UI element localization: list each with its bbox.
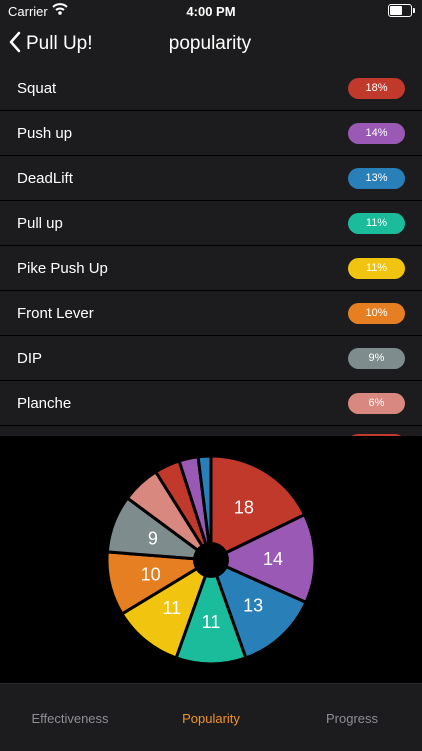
back-button-label: Pull Up! — [26, 33, 93, 54]
chevron-left-icon — [8, 31, 22, 58]
tab-bar: Effectiveness Popularity Progress — [0, 683, 422, 751]
pie-slice-label: 11 — [202, 612, 221, 632]
exercise-name: Front Lever — [17, 304, 94, 322]
list-item[interactable]: Front Lever 10% — [0, 291, 422, 336]
exercise-name: Pike Push Up — [17, 259, 108, 277]
tab-effectiveness[interactable]: Effectiveness — [0, 711, 140, 726]
pie-slice-label: 9 — [148, 528, 158, 548]
battery-icon — [388, 4, 415, 17]
percent-badge: 13% — [348, 167, 405, 189]
exercise-name: Squat — [17, 79, 57, 97]
tab-progress[interactable]: Progress — [282, 711, 422, 726]
percent-badge: 14% — [348, 122, 405, 144]
percent-badge: 6% — [348, 392, 405, 414]
back-button[interactable]: Pull Up! — [8, 30, 93, 58]
pie-slice-label: 14 — [263, 549, 283, 569]
percent-badge: 10% — [348, 302, 405, 324]
list-item[interactable]: Pike Push Up 11% — [0, 246, 422, 291]
exercise-name: Pull up — [17, 214, 63, 232]
percent-badge: 9% — [348, 347, 405, 369]
status-bar: Carrier 4:00 PM — [0, 0, 422, 22]
page-title: popularity — [168, 33, 252, 54]
exercise-name: DIP — [17, 349, 43, 367]
pie-slice-label: 11 — [162, 598, 181, 618]
pie-center-hole — [193, 542, 229, 578]
exercise-name: Planche — [17, 394, 72, 412]
list-item[interactable]: DeadLift 13% — [0, 156, 422, 201]
percent-badge: 18% — [348, 77, 405, 99]
navigation-bar: Pull Up! popularity — [0, 22, 422, 67]
list-item[interactable]: Squat 18% — [0, 66, 422, 111]
list-item[interactable]: Push up 14% — [0, 111, 422, 156]
pie-chart-svg: 1814131111109 — [105, 454, 317, 666]
tab-popularity[interactable]: Popularity — [141, 711, 281, 726]
exercise-list[interactable]: Squat 18% Push up 14% DeadLift 13% Pull … — [0, 66, 422, 436]
clock: 4:00 PM — [186, 4, 236, 19]
exercise-name: DeadLift — [17, 169, 73, 187]
list-item[interactable]: Pull up 11% — [0, 201, 422, 246]
list-item[interactable]: Planche 6% — [0, 381, 422, 426]
list-item[interactable]: DIP 9% — [0, 336, 422, 381]
pie-slice-label: 18 — [234, 497, 254, 517]
exercise-name: Push up — [17, 124, 73, 142]
pie-slice-label: 13 — [243, 596, 263, 616]
percent-badge: 11% — [348, 257, 405, 279]
pie-slice-label: 10 — [141, 564, 161, 584]
popularity-pie-chart: 18 14 13 11 11 10 9 — [0, 436, 422, 683]
percent-badge: 11% — [348, 212, 405, 234]
